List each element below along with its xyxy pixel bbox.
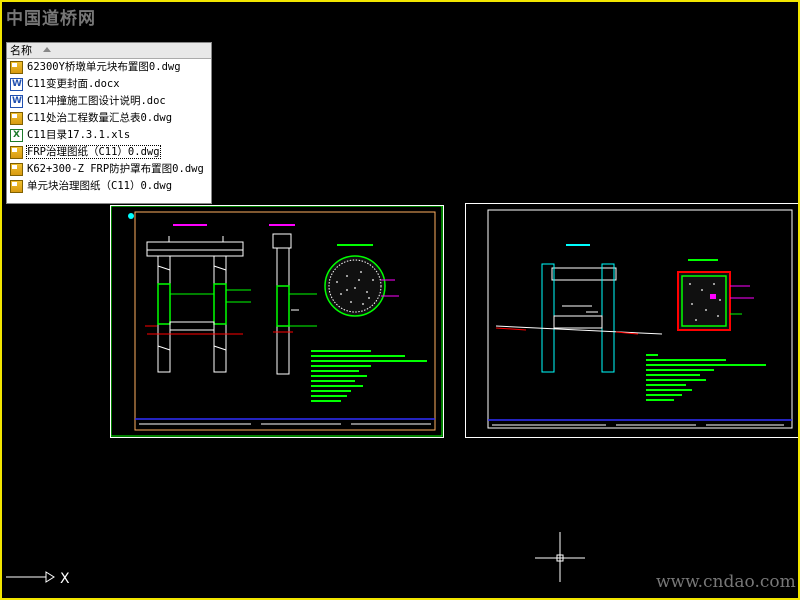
watermark-top: 中国道桥网 xyxy=(6,9,96,29)
crosshair-cursor-icon xyxy=(535,532,585,582)
dwg-file-icon xyxy=(10,61,23,74)
file-item[interactable]: C11目录17.3.1.xls xyxy=(7,127,211,144)
ucs-x-label: X xyxy=(60,571,70,587)
frp-drawing xyxy=(487,209,793,429)
file-name: C11目录17.3.1.xls xyxy=(27,129,131,141)
dwg-file-icon xyxy=(10,146,23,159)
watermark-bottom: www.cndao.com xyxy=(656,572,796,592)
file-name: 单元块治理图纸（C11）0.dwg xyxy=(27,180,173,192)
file-item[interactable]: C11冲撞施工图设计说明.doc xyxy=(7,93,211,110)
file-name: C11处治工程数量汇总表0.dwg xyxy=(27,112,173,124)
dwg-file-icon xyxy=(10,112,23,125)
file-name: K62+300-Z FRP防护罩布置图0.dwg xyxy=(27,163,204,175)
file-item[interactable]: C11变更封面.docx xyxy=(7,76,211,93)
word-file-icon xyxy=(10,78,23,91)
file-item[interactable]: K62+300-Z FRP防护罩布置图0.dwg xyxy=(7,161,211,178)
excel-file-icon xyxy=(10,129,23,142)
sort-up-icon xyxy=(43,47,51,52)
file-item-selected[interactable]: FRP治理图纸（C11）0.dwg xyxy=(7,144,211,161)
drawing-sheet-right[interactable] xyxy=(465,203,798,438)
file-name: FRP治理图纸（C11）0.dwg xyxy=(26,145,161,159)
dwg-file-icon xyxy=(10,180,23,193)
file-list-panel: 名称 62300Y桥墩单元块布置图0.dwg C11变更封面.docx C11冲… xyxy=(6,42,212,204)
drawing-sheet-left[interactable] xyxy=(110,205,444,438)
ucs-axis-icon: X xyxy=(6,567,76,591)
name-column-label: 名称 xyxy=(10,44,32,57)
file-item[interactable]: 62300Y桥墩单元块布置图0.dwg xyxy=(7,59,211,76)
file-item[interactable]: 单元块治理图纸（C11）0.dwg xyxy=(7,178,211,195)
file-name: 62300Y桥墩单元块布置图0.dwg xyxy=(27,61,181,73)
file-name: C11冲撞施工图设计说明.doc xyxy=(27,95,166,107)
pier-drawing xyxy=(110,205,443,437)
file-item[interactable]: C11处治工程数量汇总表0.dwg xyxy=(7,110,211,127)
file-name: C11变更封面.docx xyxy=(27,78,120,90)
word-file-icon xyxy=(10,95,23,108)
cad-viewport[interactable]: 中国道桥网 名称 62300Y桥墩单元块布置图0.dwg C11变更封面.doc… xyxy=(0,0,800,600)
file-list-header[interactable]: 名称 xyxy=(7,43,211,59)
dwg-file-icon xyxy=(10,163,23,176)
ucs-arrow-icon: X xyxy=(6,571,70,587)
